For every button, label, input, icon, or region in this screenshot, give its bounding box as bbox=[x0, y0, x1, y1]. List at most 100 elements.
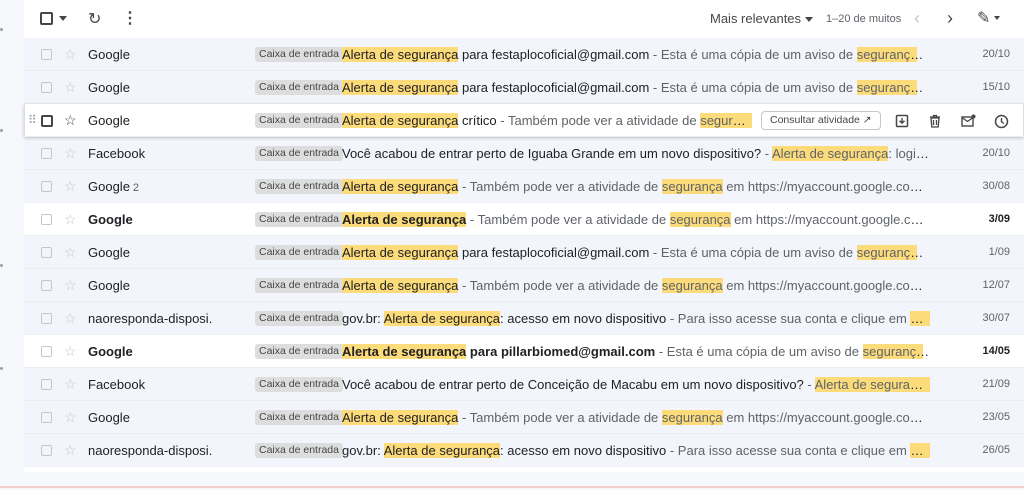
snippet-text: - Para isso acesse sua conta e clique em bbox=[666, 443, 911, 458]
email-row[interactable]: ☆ naoresponda-disposi. Caixa de entrada gov… bbox=[24, 434, 1024, 467]
star-icon[interactable]: ☆ bbox=[64, 442, 77, 459]
email-row[interactable]: ☆ Google Caixa de entrada Alerta de seguran… bbox=[24, 335, 1024, 368]
star-icon[interactable]: ☆ bbox=[64, 112, 77, 129]
email-sender: Google 2 bbox=[88, 179, 248, 194]
search-highlight: segurança bbox=[856, 47, 918, 62]
row-checkbox[interactable] bbox=[41, 280, 52, 291]
row-checkbox[interactable] bbox=[41, 115, 53, 127]
sender-name: Google bbox=[88, 212, 133, 227]
sender-name: Google bbox=[88, 47, 130, 62]
search-highlight: Alerta de segurança bbox=[342, 344, 467, 359]
inbox-label[interactable]: Caixa de entrada bbox=[255, 113, 343, 128]
star-icon[interactable]: ☆ bbox=[64, 211, 77, 228]
pagination-info: 1–20 de muitos bbox=[826, 13, 902, 25]
row-checkbox[interactable] bbox=[41, 49, 52, 60]
star-icon[interactable]: ☆ bbox=[64, 343, 77, 360]
snippet-text: - bbox=[803, 377, 815, 392]
email-row[interactable]: ☆ Facebook Caixa de entrada Você acabou de … bbox=[24, 368, 1024, 401]
row-checkbox[interactable] bbox=[41, 247, 52, 258]
search-highlight: Alerta de segurança bbox=[383, 311, 501, 326]
star-icon[interactable]: ☆ bbox=[64, 376, 77, 393]
snippet-text: - Para isso acesse sua conta e clique em bbox=[666, 311, 911, 326]
mail-list-panel: ↻ ⋮ Mais relevantes 1–20 de muitos ‹ › ✎… bbox=[24, 0, 1024, 472]
inbox-label[interactable]: Caixa de entrada bbox=[255, 179, 343, 194]
email-date: 21/09 bbox=[982, 378, 1010, 390]
sort-dropdown[interactable]: Mais relevantes bbox=[710, 11, 801, 26]
snippet-text: - Também pode ver a atividade de bbox=[458, 410, 662, 425]
snippet-text: - Também pode ver a atividade de bbox=[496, 113, 701, 128]
inbox-label[interactable]: Caixa de entrada bbox=[255, 278, 343, 293]
refresh-icon[interactable]: ↻ bbox=[88, 9, 101, 29]
inbox-label[interactable]: Caixa de entrada bbox=[255, 410, 343, 425]
email-row[interactable]: ☆ Google 2 Caixa de entrada Alerta de segura… bbox=[24, 170, 1024, 203]
search-highlight: Alerta de segurança bbox=[814, 377, 930, 392]
email-row[interactable]: ☆ naoresponda-disposi. Caixa de entrada gov… bbox=[24, 302, 1024, 335]
subject-text: Você acabou de entrar perto de Iguaba Gr… bbox=[342, 146, 762, 161]
email-row[interactable]: ☆ Google Caixa de entrada Alerta de seguran… bbox=[24, 236, 1024, 269]
star-icon[interactable]: ☆ bbox=[64, 79, 77, 96]
email-sender: naoresponda-disposi. bbox=[88, 311, 248, 326]
search-highlight: segurança bbox=[669, 212, 731, 227]
row-checkbox[interactable] bbox=[41, 313, 52, 324]
email-snippet: - Alerta de segurança: login perto de Ig… bbox=[761, 146, 930, 161]
inbox-label[interactable]: Caixa de entrada bbox=[255, 344, 343, 359]
row-checkbox[interactable] bbox=[41, 346, 52, 357]
email-row[interactable]: ☆ Google Caixa de entrada Alerta de seguran… bbox=[24, 203, 1024, 236]
email-snippet: - Para isso acesse sua conta e clique em… bbox=[666, 311, 930, 326]
inbox-label[interactable]: Caixa de entrada bbox=[255, 80, 343, 95]
inbox-label[interactable]: Caixa de entrada bbox=[255, 47, 343, 62]
row-checkbox[interactable] bbox=[41, 379, 52, 390]
next-page-icon[interactable]: › bbox=[947, 8, 953, 29]
delete-icon[interactable] bbox=[925, 111, 945, 131]
inbox-label[interactable]: Caixa de entrada bbox=[255, 245, 343, 260]
prev-page-icon[interactable]: ‹ bbox=[914, 8, 920, 29]
email-row[interactable]: ☆ Google Caixa de entrada Alerta de seguran… bbox=[24, 269, 1024, 302]
star-icon[interactable]: ☆ bbox=[64, 277, 77, 294]
star-icon[interactable]: ☆ bbox=[64, 46, 77, 63]
star-icon[interactable]: ☆ bbox=[64, 145, 77, 162]
inbox-label[interactable]: Caixa de entrada bbox=[255, 443, 343, 458]
inbox-label[interactable]: Caixa de entrada bbox=[255, 146, 343, 161]
row-checkbox[interactable] bbox=[41, 82, 52, 93]
drag-handle-icon[interactable]: ⠿ bbox=[28, 113, 37, 127]
row-checkbox[interactable] bbox=[41, 445, 52, 456]
sort-caret-icon[interactable] bbox=[805, 17, 813, 22]
inbox-label[interactable]: Caixa de entrada bbox=[255, 311, 343, 326]
search-highlight: Alerta de segurança bbox=[342, 212, 467, 227]
more-icon[interactable]: ⋮ bbox=[122, 8, 138, 28]
star-icon[interactable]: ☆ bbox=[64, 409, 77, 426]
email-subject: Alerta de segurança crítico bbox=[342, 113, 497, 128]
snooze-icon[interactable] bbox=[991, 111, 1011, 131]
row-checkbox[interactable] bbox=[41, 214, 52, 225]
star-icon[interactable]: ☆ bbox=[64, 310, 77, 327]
pen-caret-icon[interactable] bbox=[994, 16, 1000, 20]
select-all-checkbox[interactable] bbox=[40, 12, 53, 25]
pen-icon[interactable]: ✎ bbox=[977, 8, 990, 28]
star-icon[interactable]: ☆ bbox=[64, 244, 77, 261]
email-row[interactable]: ☆ Google Caixa de entrada Alerta de seguran… bbox=[24, 71, 1024, 104]
email-content: Alerta de segurança para festaplocoficia… bbox=[342, 80, 930, 95]
email-subject: Alerta de segurança bbox=[342, 278, 459, 293]
archive-icon[interactable] bbox=[892, 111, 912, 131]
mark-unread-icon[interactable] bbox=[958, 111, 978, 131]
email-row[interactable]: ☆ Google Caixa de entrada Alerta de seguran… bbox=[24, 38, 1024, 71]
email-snippet: - Também pode ver a atividade de seguran… bbox=[466, 212, 930, 227]
email-snippet: - Também pode ver a atividade de seguran… bbox=[458, 179, 930, 194]
star-icon[interactable]: ☆ bbox=[64, 178, 77, 195]
email-sender: Google bbox=[88, 344, 248, 359]
search-highlight: Alerta de segurança bbox=[342, 245, 459, 260]
sender-name: Facebook bbox=[88, 146, 146, 161]
search-highlight: segurança bbox=[661, 179, 723, 194]
select-menu-caret-icon[interactable] bbox=[59, 16, 67, 21]
view-activity-button[interactable]: Consultar atividade ↗ bbox=[761, 111, 881, 130]
email-row[interactable]: ⠿ ☆ Google Caixa de entrada Alerta de segura… bbox=[24, 104, 1024, 137]
email-row[interactable]: ☆ Facebook Caixa de entrada Você acabou de … bbox=[24, 137, 1024, 170]
inbox-label[interactable]: Caixa de entrada bbox=[255, 212, 343, 227]
email-row[interactable]: ☆ Google Caixa de entrada Alerta de seguran… bbox=[24, 401, 1024, 434]
row-checkbox[interactable] bbox=[41, 181, 52, 192]
inbox-label[interactable]: Caixa de entrada bbox=[255, 377, 343, 392]
snippet-text: - Também pode ver a atividade de bbox=[458, 278, 662, 293]
snippet-text: - Esta é uma cópia de um aviso de bbox=[649, 245, 857, 260]
row-checkbox[interactable] bbox=[41, 412, 52, 423]
row-checkbox[interactable] bbox=[41, 148, 52, 159]
